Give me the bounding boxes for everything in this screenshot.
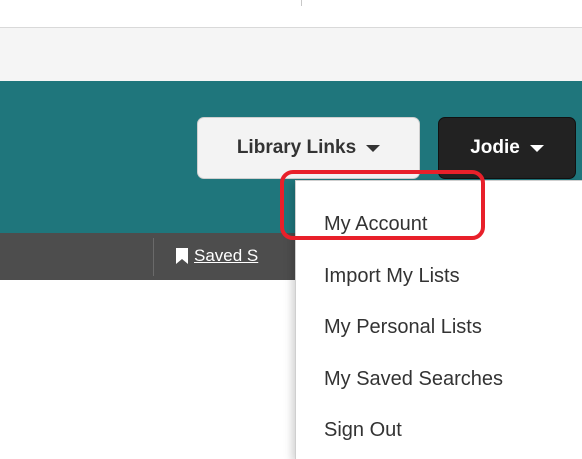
menu-item-my-account[interactable]: My Account — [324, 208, 427, 240]
menu-item-my-saved-searches[interactable]: My Saved Searches — [324, 363, 503, 395]
user-menu-button[interactable]: Jodie — [438, 117, 576, 179]
menu-item-sign-out[interactable]: Sign Out — [324, 414, 402, 446]
saved-searches-link[interactable]: Saved S — [176, 246, 258, 266]
user-dropdown-menu: My Account Import My Lists My Personal L… — [295, 180, 582, 459]
top-separator-tick — [301, 0, 302, 6]
chevron-down-icon — [366, 144, 381, 152]
nav-divider — [153, 238, 154, 276]
user-name-label: Jodie — [470, 137, 520, 158]
saved-link-label: Saved S — [194, 246, 259, 265]
browser-top-strip — [0, 0, 582, 28]
library-links-label: Library Links — [236, 137, 357, 158]
address-bar-area — [0, 28, 582, 81]
menu-item-my-personal-lists[interactable]: My Personal Lists — [324, 311, 482, 343]
menu-item-import-my-lists[interactable]: Import My Lists — [324, 260, 460, 292]
library-links-button[interactable]: Library Links — [197, 117, 420, 179]
bookmark-icon — [176, 248, 188, 264]
chevron-down-icon — [529, 144, 544, 152]
